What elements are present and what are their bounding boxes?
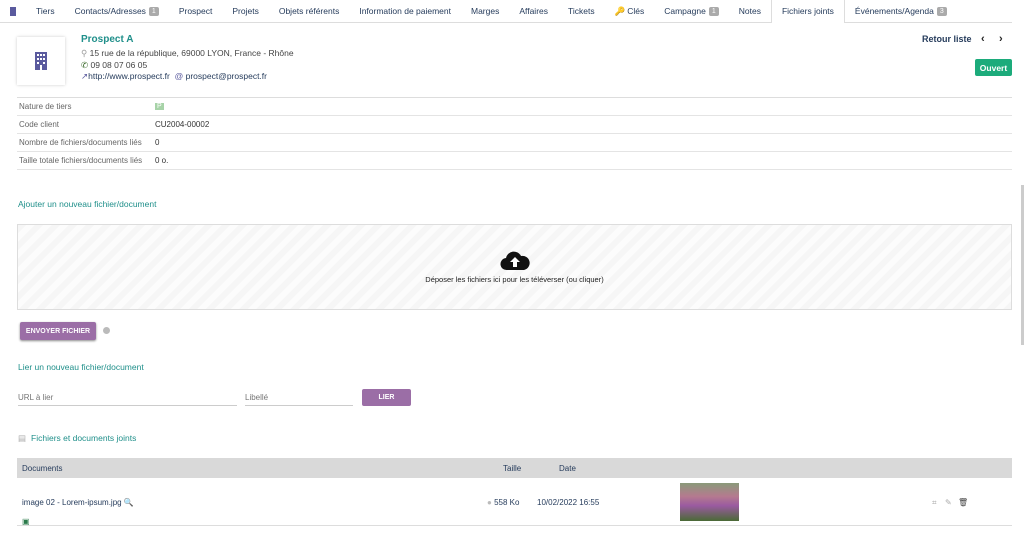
building-icon bbox=[10, 6, 16, 16]
field-label: Taille totale fichiers/documents liés bbox=[19, 156, 143, 165]
field-row: Code client CU2004-00002 bbox=[17, 116, 1012, 134]
field-row: Nature de tiers P bbox=[17, 98, 1012, 116]
tab-fichiers-joints[interactable]: Fichiers joints bbox=[770, 0, 845, 23]
tab-marges[interactable]: Marges bbox=[461, 0, 509, 23]
upload-title: Ajouter un nouveau fichier/document bbox=[18, 199, 157, 209]
company-name: Prospect A bbox=[81, 34, 134, 45]
send-file-button[interactable]: ENVOYER FICHIER bbox=[20, 322, 96, 340]
cloud-upload-icon bbox=[499, 251, 530, 271]
url-input[interactable] bbox=[18, 389, 237, 406]
image-thumbnail[interactable] bbox=[680, 483, 739, 521]
field-value: 0 bbox=[155, 138, 160, 147]
status-badge: Ouvert bbox=[975, 59, 1012, 76]
tab-cles[interactable]: 🔑 Clés bbox=[605, 0, 655, 23]
key-icon: 🔑 bbox=[614, 5, 626, 16]
crop-icon[interactable]: ⌗ bbox=[932, 498, 937, 508]
tab-notes[interactable]: Notes bbox=[729, 0, 771, 23]
file-icon: ▤ bbox=[18, 433, 27, 443]
file-link[interactable]: image 02 - Lorem-ipsum.jpg bbox=[22, 498, 122, 507]
company-logo bbox=[17, 37, 65, 85]
next-icon[interactable]: › bbox=[999, 33, 1003, 45]
field-value: CU2004-00002 bbox=[155, 120, 210, 129]
link-button[interactable]: LIER bbox=[362, 389, 411, 406]
delete-trash-icon[interactable]: 🗑 bbox=[958, 498, 968, 507]
tab-label: Contacts/Adresses bbox=[74, 6, 146, 16]
field-label: Nature de tiers bbox=[19, 102, 72, 111]
links-line: ↗http://www.prospect.fr @ prospect@prosp… bbox=[81, 71, 267, 82]
email-link[interactable]: prospect@prospect.fr bbox=[186, 71, 267, 81]
file-dropzone[interactable]: Déposer les fichiers ici pour les téléve… bbox=[17, 224, 1012, 310]
phone: 09 08 07 06 05 bbox=[90, 60, 148, 70]
website-link[interactable]: http://www.prospect.fr bbox=[88, 71, 170, 81]
tab-affaires[interactable]: Affaires bbox=[509, 0, 558, 23]
link-title: Lier un nouveau fichier/document bbox=[18, 362, 144, 372]
building-icon bbox=[35, 52, 47, 70]
at-icon: @ bbox=[174, 71, 186, 81]
previous-icon[interactable]: ‹ bbox=[981, 33, 985, 45]
tab-evenements[interactable]: Événements/Agenda 3 bbox=[845, 0, 957, 23]
field-label: Code client bbox=[19, 120, 60, 129]
back-to-list-link[interactable]: Retour liste bbox=[922, 34, 972, 44]
tab-prospect[interactable]: Prospect bbox=[169, 0, 223, 23]
field-value: 0 o. bbox=[155, 156, 169, 165]
count-badge: 1 bbox=[708, 6, 719, 16]
table-row: ▣ image 02 - Lorem-ipsum.jpg 🔍 ● 558 Ko 1… bbox=[17, 479, 1012, 526]
tab-projets[interactable]: Projets bbox=[222, 0, 268, 23]
file-size: 558 Ko bbox=[494, 498, 520, 507]
tab-bar: Tiers Contacts/Adresses 1 Prospect Projet… bbox=[0, 0, 1012, 23]
column-taille[interactable]: Taille bbox=[503, 464, 521, 473]
address-line: ⚲ 15 rue de la république, 69000 LYON, F… bbox=[81, 48, 294, 59]
tab-tickets[interactable]: Tickets bbox=[558, 0, 605, 23]
count-badge: 3 bbox=[936, 6, 947, 16]
preview-zoom-icon[interactable]: 🔍 bbox=[124, 498, 134, 507]
file-date: 10/02/2022 16:55 bbox=[537, 498, 600, 507]
tab-label: Événements/Agenda bbox=[854, 6, 934, 16]
edit-pencil-icon[interactable]: ✎ bbox=[945, 498, 952, 507]
size-cell: ● 558 Ko bbox=[487, 498, 519, 507]
type-badge: P bbox=[155, 103, 164, 110]
phone-line: ✆ 09 08 07 06 05 bbox=[81, 60, 147, 71]
image-file-icon: ▣ bbox=[22, 517, 30, 526]
tab-label: Campagne bbox=[664, 6, 706, 16]
field-row: Taille totale fichiers/documents liés 0 o… bbox=[17, 152, 1012, 170]
tab-home[interactable] bbox=[0, 0, 26, 23]
info-icon: ● bbox=[487, 498, 495, 507]
fields-table: Nature de tiers P Code client CU2004-00002… bbox=[17, 97, 1012, 170]
address: 15 rue de la république, 69000 LYON, Fra… bbox=[89, 48, 294, 58]
column-date[interactable]: Date bbox=[559, 464, 576, 473]
tab-tiers[interactable]: Tiers bbox=[26, 0, 65, 23]
field-label: Nombre de fichiers/documents liés bbox=[19, 138, 142, 147]
map-marker-icon: ⚲ bbox=[81, 48, 90, 58]
tab-paiement[interactable]: Information de paiement bbox=[349, 0, 461, 23]
info-icon bbox=[103, 327, 110, 334]
column-documents[interactable]: Documents bbox=[22, 464, 62, 473]
tab-campagne[interactable]: Campagne 1 bbox=[654, 0, 729, 23]
table-header: Documents Taille Date bbox=[17, 458, 1012, 478]
file-cell: ▣ image 02 - Lorem-ipsum.jpg 🔍 bbox=[22, 498, 134, 526]
label-input[interactable] bbox=[245, 389, 353, 406]
tab-objets[interactable]: Objets référents bbox=[269, 0, 349, 23]
tab-contacts[interactable]: Contacts/Adresses 1 bbox=[65, 0, 169, 23]
count-badge: 1 bbox=[148, 6, 159, 16]
dropzone-text: Déposer les fichiers ici pour les téléve… bbox=[425, 275, 604, 284]
tab-label: Clés bbox=[627, 6, 645, 16]
section-title: Fichiers et documents joints bbox=[31, 433, 137, 443]
files-section-title: ▤ Fichiers et documents joints bbox=[18, 433, 136, 444]
field-row: Nombre de fichiers/documents liés 0 bbox=[17, 134, 1012, 152]
